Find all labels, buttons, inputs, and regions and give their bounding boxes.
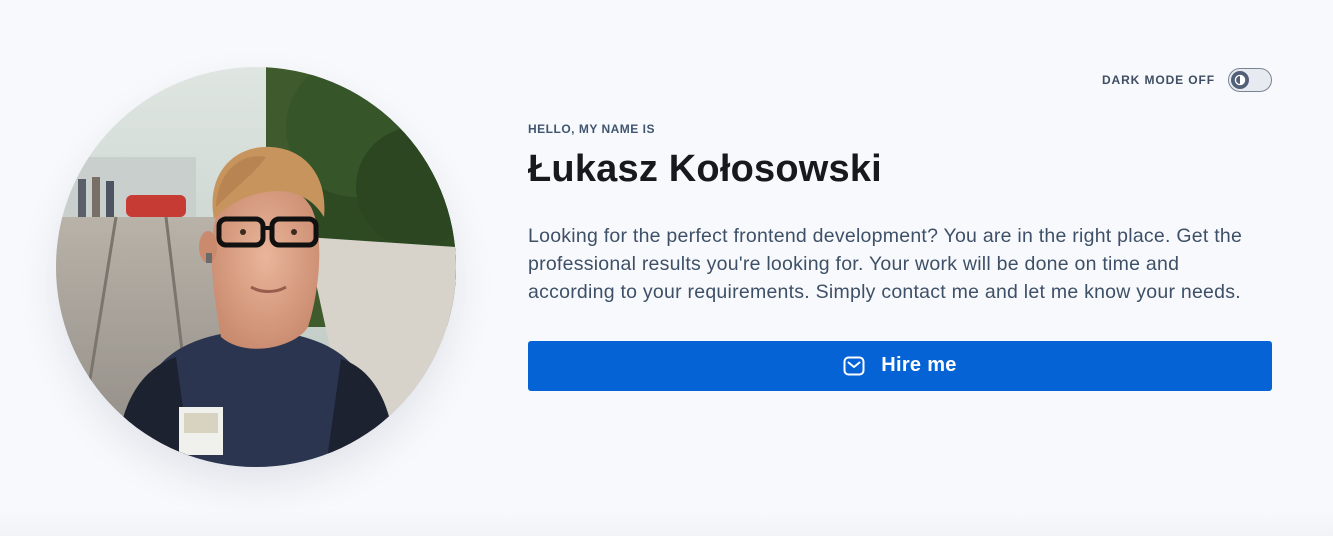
hire-me-label: Hire me: [881, 354, 957, 377]
dark-mode-toggle[interactable]: [1228, 68, 1272, 92]
avatar-photo: [56, 67, 456, 467]
avatar: [56, 67, 456, 467]
bio-paragraph: Looking for the perfect frontend develop…: [528, 224, 1243, 303]
section-divider: [0, 510, 1333, 536]
page-title: Łukasz Kołosowski: [528, 148, 882, 190]
intro-content: HELLO, MY NAME IS Łukasz Kołosowski Look…: [528, 122, 1272, 391]
contrast-icon: [1231, 71, 1249, 89]
greeting-eyebrow: HELLO, MY NAME IS: [528, 122, 655, 136]
mail-icon: [843, 356, 865, 376]
dark-mode-label: DARK MODE OFF: [1101, 73, 1215, 87]
hire-me-button[interactable]: Hire me: [528, 340, 1272, 391]
hero-section: DARK MODE OFF HELLO, MY NAME IS Łukasz K…: [0, 0, 1333, 536]
theme-toggle-row: DARK MODE OFF: [1102, 68, 1272, 92]
